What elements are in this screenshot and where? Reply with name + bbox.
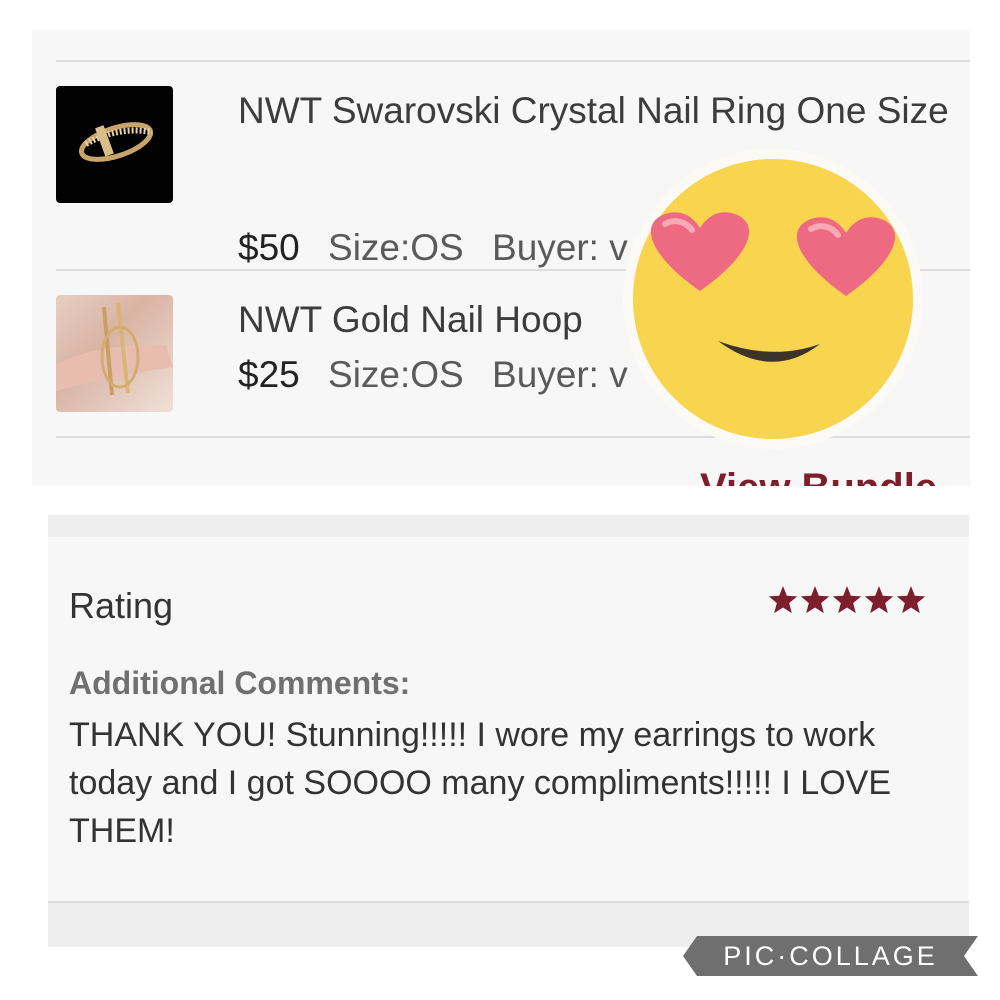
additional-comments-label: Additional Comments: [69,665,411,701]
ring-photo-icon [78,122,154,162]
star-icon [864,586,894,614]
item-price: $50 [238,227,300,268]
rating-label: Rating [69,585,174,626]
review-panel: Rating Additional Comments: THANK YOU! S… [48,515,969,947]
item-meta: $25 Size:OS Buyer: v [238,351,646,399]
star-icon [768,586,798,614]
item-title[interactable]: NWT Swarovski Crystal Nail Ring One Size [238,84,950,138]
star-icon [896,586,926,614]
panel-header-band [48,515,969,537]
item-size: Size:OS [328,354,464,395]
item-thumbnail[interactable] [56,86,173,203]
item-buyer[interactable]: Buyer: v [492,354,628,395]
hoop-photo-icon [56,302,173,396]
item-size: Size:OS [328,227,464,268]
star-icon [832,586,862,614]
star-rating [768,586,926,614]
view-bundle-link[interactable]: View Bundle [700,466,937,486]
item-thumbnail[interactable] [56,295,173,412]
pic-collage-watermark: PIC·COLLAGE [683,936,978,976]
review-comment: THANK YOU! Stunning!!!!! I wore my earri… [69,716,892,850]
item-meta: $50 Size:OS Buyer: v [238,224,646,272]
heart-eyes-emoji-icon [620,146,926,452]
item-buyer[interactable]: Buyer: v [492,227,628,268]
item-price: $25 [238,354,300,395]
star-icon [800,586,830,614]
